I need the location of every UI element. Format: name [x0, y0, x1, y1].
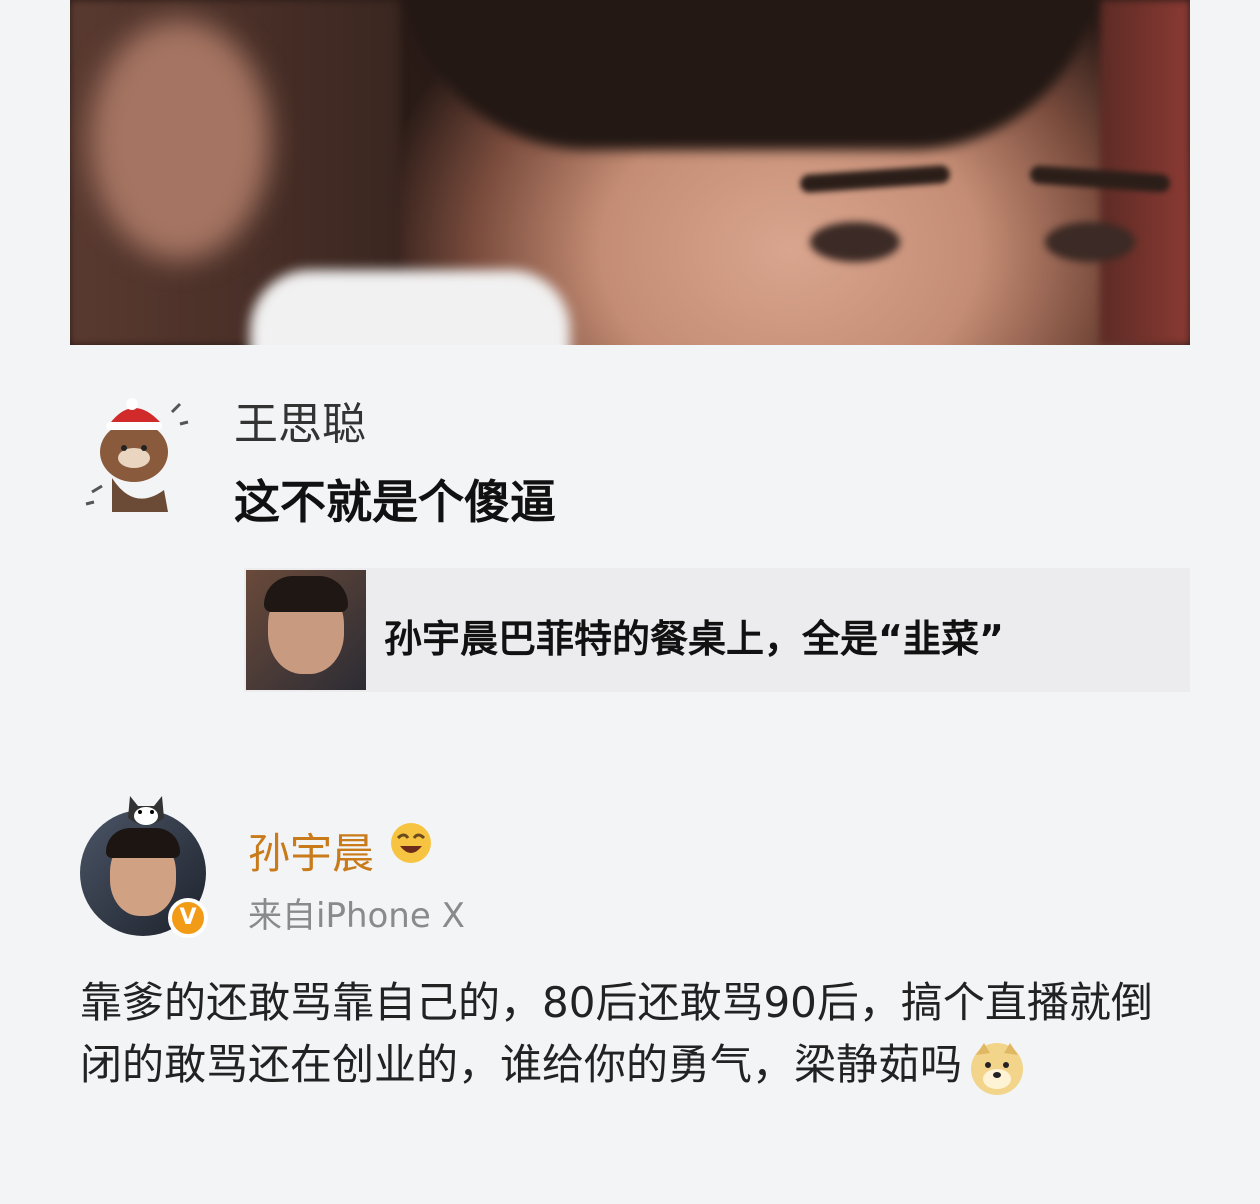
- doge-emoji-icon: [971, 1042, 1024, 1095]
- post-source: 来自iPhone X: [248, 896, 465, 936]
- laughing-emoji-icon: [391, 823, 431, 863]
- bear-sticker-avatar-icon[interactable]: [72, 382, 202, 522]
- reply-body: 靠爹的还敢骂靠自己的，80后还敢骂90后，搞个直播就倒闭的敢骂还在创业的，谁给你…: [80, 972, 1180, 1097]
- reply-username[interactable]: 孙宇晨: [248, 820, 374, 881]
- quoted-post-title: 孙宇晨巴菲特的餐桌上，全是“韭菜”: [384, 617, 1004, 661]
- comment-text: 这不就是个傻逼: [234, 475, 556, 529]
- husky-pendant-icon: [128, 796, 164, 825]
- comment-username[interactable]: 王思聪: [234, 388, 366, 452]
- header-photo: [70, 0, 1190, 345]
- person-thumbnail-icon: [246, 570, 366, 690]
- quoted-post-card[interactable]: 孙宇晨巴菲特的餐桌上，全是“韭菜”: [244, 568, 1190, 692]
- verified-badge: V: [168, 898, 208, 938]
